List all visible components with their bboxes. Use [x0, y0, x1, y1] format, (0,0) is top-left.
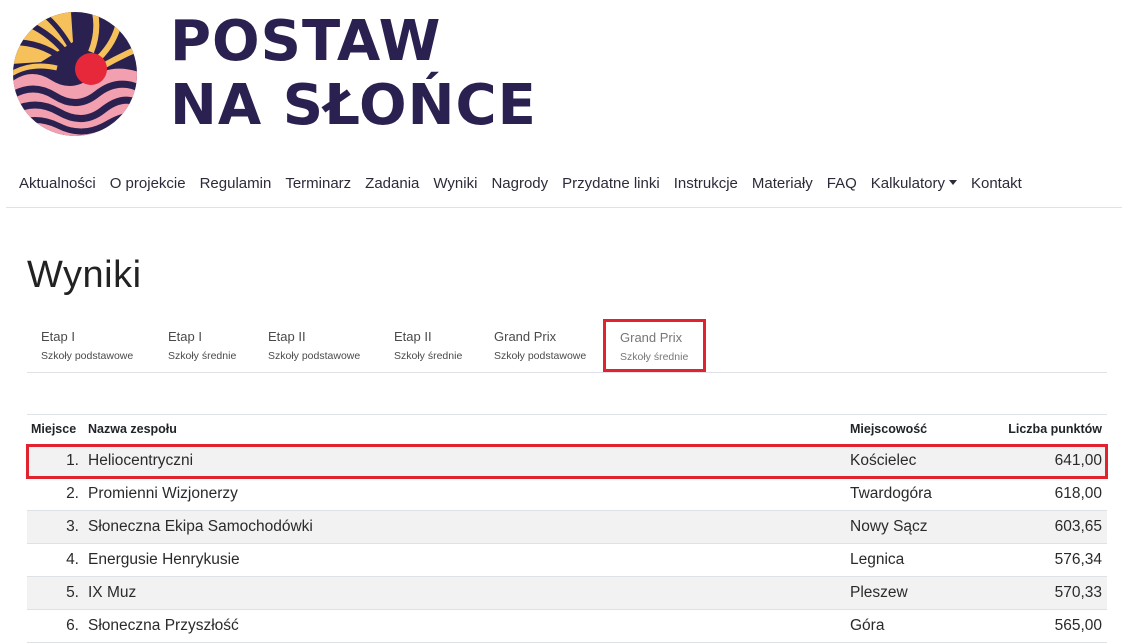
tab-subtitle: Szkoły średnie: [394, 350, 463, 362]
nav-item-kalkulatory[interactable]: Kalkulatory: [864, 175, 964, 192]
tab-etap-2-srednie[interactable]: Etap II Szkoły średnie: [380, 318, 475, 372]
tab-grand-prix-srednie[interactable]: Grand Prix Szkoły średnie: [603, 319, 706, 372]
tab-etap-1-podstawowe[interactable]: Etap I Szkoły podstawowe: [27, 318, 149, 372]
cell-place: 3.: [66, 518, 79, 535]
nav-item-o-projekcie[interactable]: O projekcie: [103, 175, 193, 192]
cell-team-name: Heliocentryczni: [88, 452, 194, 469]
nav-item-przydatne-linki[interactable]: Przydatne linki: [555, 175, 667, 192]
cell-team-name: IX Muz: [88, 584, 137, 601]
site-header: POSTAW NA SŁOŃCE: [0, 0, 1124, 150]
cell-points: 565,00: [1054, 617, 1102, 634]
column-header-place[interactable]: Miejsce: [31, 415, 83, 444]
tab-grand-prix-podstawowe[interactable]: Grand Prix Szkoły podstawowe: [480, 318, 603, 372]
table-header: Miejsce Nazwa zespołu Miejscowość Liczba…: [27, 414, 1107, 445]
tab-etap-2-podstawowe[interactable]: Etap II Szkoły podstawowe: [254, 318, 376, 372]
cell-team-name: Słoneczna Przyszłość: [88, 617, 239, 634]
nav-item-kontakt[interactable]: Kontakt: [964, 175, 1029, 192]
tab-title: Etap I: [41, 329, 75, 344]
page-title: Wyniki: [27, 254, 142, 296]
main-nav: Aktualności O projekcie Regulamin Termin…: [0, 168, 1124, 198]
nav-item-aktualnosci[interactable]: Aktualności: [12, 175, 103, 192]
column-header-city[interactable]: Miejscowość: [850, 415, 927, 444]
brand-line-2: NA SŁOŃCE: [170, 73, 537, 138]
tab-subtitle: Szkoły podstawowe: [268, 350, 361, 362]
cell-place: 5.: [66, 584, 79, 601]
tab-title: Etap I: [168, 329, 202, 344]
tabs-divider: [27, 372, 1107, 373]
tab-title: Etap II: [394, 329, 432, 344]
brand-line-1: POSTAW: [170, 9, 442, 74]
nav-item-instrukcje[interactable]: Instrukcje: [667, 175, 745, 192]
tab-etap-1-srednie[interactable]: Etap I Szkoły średnie: [154, 318, 249, 372]
nav-item-terminarz[interactable]: Terminarz: [278, 175, 358, 192]
nav-item-wyniki[interactable]: Wyniki: [426, 175, 484, 192]
cell-city: Kościelec: [850, 452, 917, 469]
cell-team-name: Energusie Henrykusie: [88, 551, 240, 568]
nav-item-materialy[interactable]: Materiały: [745, 175, 820, 192]
results-tabs: Etap I Szkoły podstawowe Etap I Szkoły ś…: [27, 318, 1107, 373]
table-row[interactable]: 5. IX Muz Pleszew 570,33: [27, 577, 1107, 610]
nav-divider: [6, 207, 1122, 208]
column-header-name[interactable]: Nazwa zespołu: [88, 415, 177, 444]
cell-city: Nowy Sącz: [850, 518, 928, 535]
cell-place: 2.: [66, 485, 79, 502]
nav-item-zadania[interactable]: Zadania: [358, 175, 426, 192]
nav-item-nagrody[interactable]: Nagrody: [484, 175, 555, 192]
tab-title: Grand Prix: [494, 329, 557, 344]
cell-place: 1.: [66, 452, 79, 469]
cell-points: 641,00: [1054, 452, 1102, 469]
tab-title: Grand Prix: [620, 330, 683, 345]
cell-team-name: Promienni Wizjonerzy: [88, 485, 238, 502]
table-row[interactable]: 3. Słoneczna Ekipa Samochodówki Nowy Sąc…: [27, 511, 1107, 544]
cell-city: Góra: [850, 617, 885, 634]
cell-city: Twardogóra: [850, 485, 932, 502]
cell-city: Pleszew: [850, 584, 908, 601]
nav-item-faq[interactable]: FAQ: [820, 175, 864, 192]
table-row[interactable]: 4. Energusie Henrykusie Legnica 576,34: [27, 544, 1107, 577]
column-header-points[interactable]: Liczba punktów: [1008, 415, 1102, 444]
nav-item-regulamin[interactable]: Regulamin: [193, 175, 279, 192]
table-row[interactable]: 2. Promienni Wizjonerzy Twardogóra 618,0…: [27, 478, 1107, 511]
tab-title: Etap II: [268, 329, 306, 344]
tab-subtitle: Szkoły średnie: [620, 351, 689, 363]
cell-points: 603,65: [1054, 518, 1102, 535]
table-row[interactable]: 1. Heliocentryczni Kościelec 641,00: [26, 444, 1108, 479]
cell-points: 570,33: [1054, 584, 1102, 601]
tab-subtitle: Szkoły średnie: [168, 350, 237, 362]
nav-item-kalkulatory-label: Kalkulatory: [870, 174, 945, 192]
tab-subtitle: Szkoły podstawowe: [494, 350, 587, 362]
logo-sun-icon[interactable]: [11, 12, 139, 136]
cell-city: Legnica: [850, 551, 905, 568]
cell-place: 4.: [66, 551, 79, 568]
cell-points: 576,34: [1054, 551, 1102, 568]
brand-wordmark[interactable]: POSTAW NA SŁOŃCE: [170, 10, 537, 138]
cell-team-name: Słoneczna Ekipa Samochodówki: [88, 518, 313, 535]
tab-subtitle: Szkoły podstawowe: [41, 350, 134, 362]
cell-points: 618,00: [1054, 485, 1102, 502]
cell-place: 6.: [66, 617, 79, 634]
results-table: Miejsce Nazwa zespołu Miejscowość Liczba…: [26, 414, 1108, 643]
caret-down-icon: [948, 179, 957, 185]
table-row[interactable]: 6. Słoneczna Przyszłość Góra 565,00: [27, 610, 1107, 643]
